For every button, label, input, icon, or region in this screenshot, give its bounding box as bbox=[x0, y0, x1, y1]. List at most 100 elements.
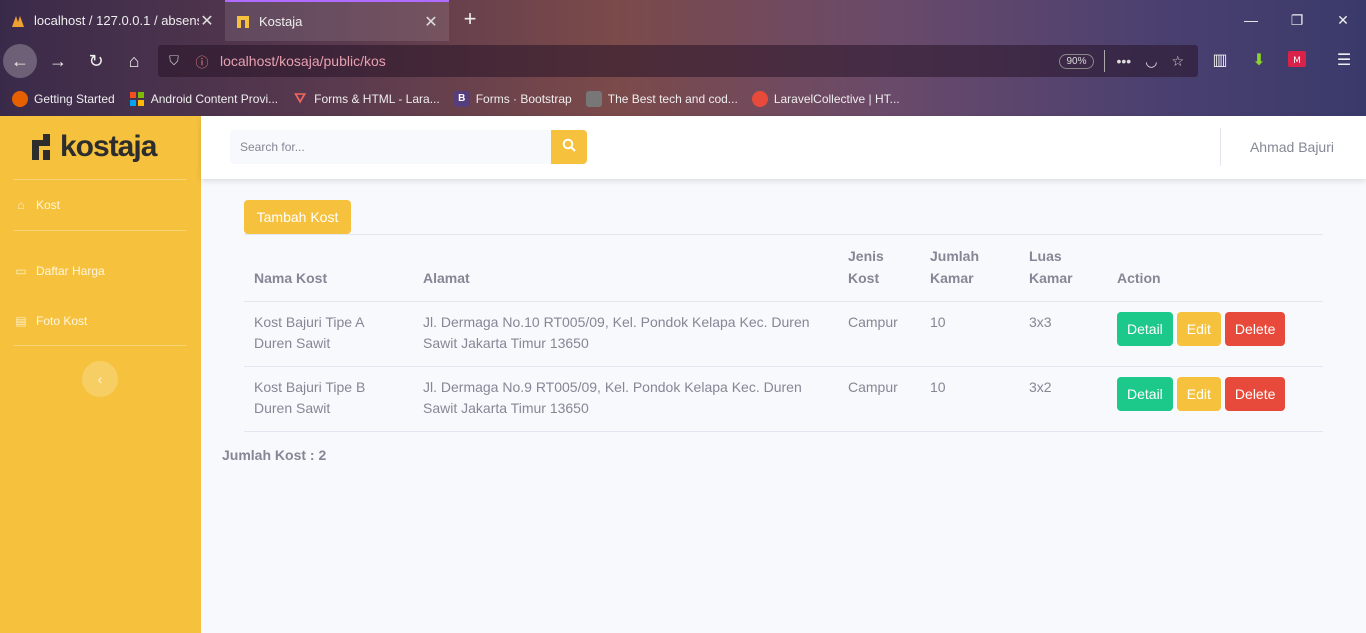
minimize-icon[interactable]: — bbox=[1241, 10, 1261, 30]
close-tab-icon[interactable]: ✕ bbox=[423, 12, 439, 32]
bookmark-laravelcollective[interactable]: LaravelCollective | HT... bbox=[751, 90, 900, 107]
user-name[interactable]: Ahmad Bajuri bbox=[1250, 139, 1334, 155]
detail-button[interactable]: Detail bbox=[1117, 312, 1173, 346]
tab-title: localhost / 127.0.0.1 / absensi bbox=[34, 13, 199, 28]
more-actions-icon[interactable]: ••• bbox=[1117, 53, 1132, 69]
extension-icon[interactable]: M bbox=[1286, 51, 1308, 71]
info-icon[interactable]: ⓘ bbox=[192, 52, 212, 71]
column-header: Jenis Kost bbox=[838, 234, 920, 302]
search-icon bbox=[562, 138, 576, 152]
navigation-bar: ← → ↻ ⌂ ⛉ ⓘ localhost/kosaja/public/kos … bbox=[0, 41, 1366, 81]
bookmark-label: The Best tech and cod... bbox=[607, 91, 738, 106]
bookmark-getting-started[interactable]: Getting Started bbox=[12, 90, 115, 107]
cell-action: Detail Edit Delete bbox=[1107, 301, 1323, 367]
zoom-level[interactable]: 90% bbox=[1059, 53, 1094, 69]
tab-strip: localhost / 127.0.0.1 / absensi ✕ Kostaj… bbox=[0, 0, 1366, 41]
cell-nama: Kost Bajuri Tipe B Duren Sawit bbox=[244, 366, 413, 432]
bookmark-label: Android Content Provi... bbox=[150, 91, 279, 106]
money-icon: ▭ bbox=[15, 264, 27, 278]
sidebar: kostaja ⌂ Kost ▭ Daftar Harga ▤ Foto Kos… bbox=[0, 116, 201, 633]
sidebar-toggle-icon[interactable]: ▥ bbox=[1209, 51, 1231, 71]
edit-button[interactable]: Edit bbox=[1176, 312, 1221, 346]
cell-alamat: Jl. Dermaga No.9 RT005/09, Kel. Pondok K… bbox=[413, 366, 838, 432]
search-input[interactable] bbox=[230, 130, 551, 164]
home-icon: ⌂ bbox=[17, 198, 25, 212]
download-icon[interactable]: ⬇ bbox=[1248, 51, 1270, 71]
phpmyadmin-icon bbox=[10, 13, 26, 29]
cell-jumlah: 10 bbox=[920, 301, 1019, 367]
close-tab-icon[interactable]: ✕ bbox=[199, 11, 215, 31]
kost-table: Nama Kost Alamat Jenis Kost Jumlah Kamar… bbox=[244, 234, 1323, 432]
bookmark-star-icon[interactable]: ☆ bbox=[1171, 53, 1184, 70]
restore-icon[interactable]: ❐ bbox=[1287, 10, 1307, 30]
url-bar[interactable]: ⛉ ⓘ localhost/kosaja/public/kos 90% ••• … bbox=[158, 45, 1198, 77]
topbar: Ahmad Bajuri bbox=[201, 116, 1366, 179]
sidebar-divider bbox=[14, 230, 186, 231]
table-row: Kost Bajuri Tipe B Duren Sawit Jl. Derma… bbox=[244, 366, 1323, 432]
cell-jenis: Campur bbox=[838, 301, 920, 367]
sidebar-item-foto-kost[interactable]: ▤ Foto Kost bbox=[14, 314, 87, 328]
total-kost: Jumlah Kost : 2 bbox=[222, 447, 327, 463]
sidebar-divider bbox=[14, 179, 186, 180]
cell-luas: 3x2 bbox=[1019, 366, 1107, 432]
new-tab-icon[interactable]: + bbox=[458, 8, 482, 32]
table-row: Kost Bajuri Tipe A Duren Sawit Jl. Derma… bbox=[244, 301, 1323, 367]
kostaja-favicon-icon bbox=[235, 14, 251, 30]
image-icon bbox=[585, 90, 602, 107]
window-close-icon[interactable]: ✕ bbox=[1333, 10, 1353, 30]
laravel-icon: ⛛ bbox=[294, 90, 306, 106]
cell-jenis: Campur bbox=[838, 366, 920, 432]
topbar-divider bbox=[1220, 128, 1221, 166]
sidebar-item-daftar-harga[interactable]: ▭ Daftar Harga bbox=[14, 264, 105, 278]
bookmark-forms-html[interactable]: ⛛ Forms & HTML - Lara... bbox=[292, 90, 440, 107]
sidebar-item-label: Foto Kost bbox=[36, 314, 88, 328]
urlbar-divider bbox=[1103, 50, 1105, 72]
bookmark-android-content[interactable]: Android Content Provi... bbox=[129, 91, 278, 107]
search-button[interactable] bbox=[551, 130, 587, 164]
bookmark-label: LaravelCollective | HT... bbox=[773, 91, 900, 106]
column-header: Action bbox=[1107, 234, 1323, 302]
tab-title: Kostaja bbox=[259, 14, 303, 29]
back-icon[interactable]: ← bbox=[3, 44, 37, 78]
delete-button[interactable]: Delete bbox=[1224, 377, 1286, 411]
sidebar-item-label: Kost bbox=[36, 198, 61, 212]
forward-icon[interactable]: → bbox=[44, 47, 72, 75]
menu-icon[interactable]: ☰ bbox=[1333, 51, 1355, 71]
brand-name: kostaja bbox=[60, 130, 157, 163]
column-header: Jumlah Kamar bbox=[920, 234, 1019, 302]
firefox-icon bbox=[12, 90, 28, 107]
bootstrap-icon: B bbox=[453, 90, 470, 107]
column-header: Nama Kost bbox=[244, 234, 413, 302]
bookmark-label: Getting Started bbox=[34, 91, 115, 106]
brand-logo[interactable]: kostaja bbox=[32, 130, 157, 164]
browser-chrome: localhost / 127.0.0.1 / absensi ✕ Kostaj… bbox=[0, 0, 1366, 116]
delete-button[interactable]: Delete bbox=[1224, 312, 1286, 346]
reload-icon[interactable]: ↻ bbox=[82, 47, 110, 75]
sidebar-toggle-button[interactable]: ‹ bbox=[82, 361, 118, 397]
bookmark-label: Forms & HTML - Lara... bbox=[314, 91, 440, 106]
add-kost-button[interactable]: Tambah Kost bbox=[244, 200, 351, 234]
cell-jumlah: 10 bbox=[920, 366, 1019, 432]
bookmark-bootstrap[interactable]: B Forms · Bootstrap bbox=[453, 90, 572, 107]
tab-phpmyadmin[interactable]: localhost / 127.0.0.1 / absensi ✕ bbox=[0, 0, 225, 41]
url-text[interactable]: localhost/kosaja/public/kos bbox=[220, 53, 1059, 69]
kostaja-logo-icon bbox=[32, 134, 56, 160]
detail-button[interactable]: Detail bbox=[1117, 377, 1173, 411]
bookmark-best-tech[interactable]: The Best tech and cod... bbox=[585, 90, 738, 107]
images-icon: ▤ bbox=[15, 314, 27, 328]
svg-text:M: M bbox=[1293, 56, 1301, 66]
column-header: Alamat bbox=[413, 234, 838, 302]
edit-button[interactable]: Edit bbox=[1176, 377, 1221, 411]
sidebar-divider bbox=[14, 345, 186, 346]
cell-luas: 3x3 bbox=[1019, 301, 1107, 367]
shield-icon[interactable]: ⛉ bbox=[164, 53, 184, 69]
microsoft-icon bbox=[129, 91, 145, 107]
home-icon[interactable]: ⌂ bbox=[120, 47, 148, 75]
chevron-left-icon: ‹ bbox=[97, 371, 103, 387]
tab-kostaja[interactable]: Kostaja ✕ bbox=[225, 0, 449, 41]
table-header-row: Nama Kost Alamat Jenis Kost Jumlah Kamar… bbox=[244, 234, 1323, 302]
sidebar-item-label: Daftar Harga bbox=[36, 264, 105, 278]
cell-action: Detail Edit Delete bbox=[1107, 366, 1323, 432]
sidebar-item-kost[interactable]: ⌂ Kost bbox=[14, 198, 60, 212]
pocket-icon[interactable]: ◡ bbox=[1145, 53, 1157, 70]
